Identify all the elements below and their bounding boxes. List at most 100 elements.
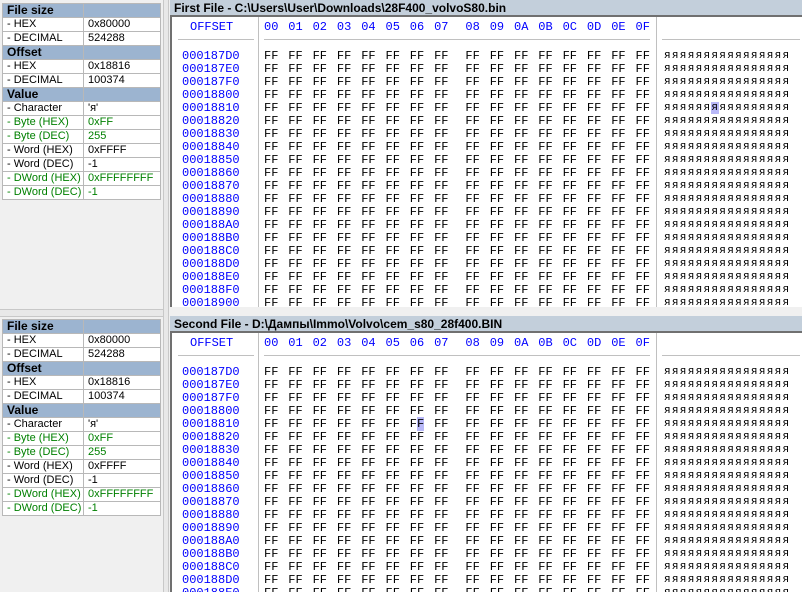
ascii-text[interactable]: яяяяяяяяяяяяяяяя: [664, 76, 790, 89]
ascii-text[interactable]: яяяяяяяяяяяяяяяя: [664, 128, 790, 141]
vertical-splitter[interactable]: [163, 0, 169, 592]
hex-byte[interactable]: FF: [563, 297, 577, 308]
ascii-text[interactable]: яяяяяяяяяяяяяяяя: [664, 115, 790, 128]
ascii-text[interactable]: яяяяяяяяяяяяяяяя: [664, 509, 790, 522]
hex-byte[interactable]: FF: [361, 297, 375, 308]
ascii-text[interactable]: яяяяяяяяяяяяяяяя: [664, 219, 790, 232]
property-value: 0xFFFF: [83, 459, 161, 474]
property-row: - DWord (DEC) -1: [2, 185, 161, 200]
ascii-text[interactable]: яяяяяяяяяяяяяяяя: [664, 297, 790, 307]
ascii-text[interactable]: яяяяяяяяяяяяяяяя: [664, 232, 790, 245]
ascii-text[interactable]: яяяяяяяяяяяяяяяя: [664, 444, 790, 457]
hex-byte[interactable]: FF: [410, 297, 424, 308]
ascii-text[interactable]: яяяяяяяяяяяяяяяя: [664, 496, 790, 509]
property-name: - DWord (DEC): [2, 501, 84, 516]
ascii-text[interactable]: яяяяяяяяяяяяяяяя: [664, 206, 790, 219]
property-row: - Character'я': [2, 101, 161, 116]
ascii-text[interactable]: яяяяяяяяяяяяяяяя: [664, 522, 790, 535]
property-name: File size: [2, 3, 84, 18]
ascii-text[interactable]: яяяяяяяяяяяяяяяя: [664, 258, 790, 271]
column-header: 0A: [514, 336, 529, 350]
ascii-text[interactable]: яяяяяяяяяяяяяяяя: [664, 284, 790, 297]
first-file-hex-view[interactable]: OFFSET 00 01 02 03 04 05 06 07 08 09 0A 0B 0C 0D 0E 0F 00…: [170, 17, 802, 307]
ascii-text[interactable]: яяяяяяяяяяяяяяяя: [664, 561, 790, 574]
ascii-text[interactable]: яяяяяяяяяяяяяяяя: [664, 418, 790, 431]
hex-byte[interactable]: FF: [465, 587, 479, 592]
ascii-text[interactable]: яяяяяяяяяяяяяяяя: [664, 63, 790, 76]
ascii-text[interactable]: яяяяяяяяяяяяяяяя: [664, 392, 790, 405]
hex-byte[interactable]: FF: [264, 297, 278, 308]
hex-byte[interactable]: FF: [490, 587, 504, 592]
hex-byte[interactable]: FF: [538, 297, 552, 308]
property-name: - Byte (HEX): [2, 115, 84, 130]
row-offset: 000188E0: [182, 587, 240, 592]
column-header: 03: [336, 336, 352, 350]
column-header: 0D: [586, 336, 602, 350]
hex-byte[interactable]: FF: [337, 587, 351, 592]
ascii-text[interactable]: яяяяяяяяяяяяяяяя: [664, 431, 790, 444]
hex-byte[interactable]: FF: [288, 587, 302, 592]
property-value: 100374: [83, 389, 161, 404]
ascii-text[interactable]: яяяяяяяяяяяяяяяя: [664, 102, 790, 115]
ascii-text[interactable]: яяяяяяяяяяяяяяяя: [664, 89, 790, 102]
property-value: 524288: [83, 347, 161, 362]
ascii-text[interactable]: яяяяяяяяяяяяяяяя: [664, 50, 790, 63]
hex-byte[interactable]: FF: [636, 297, 650, 308]
hex-byte[interactable]: FF: [636, 587, 650, 592]
hex-byte[interactable]: FF: [514, 587, 528, 592]
hex-byte[interactable]: FF: [386, 297, 400, 308]
ascii-text[interactable]: яяяяяяяяяяяяяяяя: [664, 457, 790, 470]
ascii-text[interactable]: яяяяяяяяяяяяяяяя: [664, 193, 790, 206]
ascii-text[interactable]: яяяяяяяяяяяяяяяя: [664, 587, 790, 592]
ascii-text[interactable]: яяяяяяяяяяяяяяяя: [664, 574, 790, 587]
property-value: 0xFFFFFFFF: [83, 487, 161, 502]
hex-byte[interactable]: FF: [514, 297, 528, 308]
hex-byte[interactable]: FF: [410, 587, 424, 592]
ascii-text[interactable]: яяяяяяяяяяяяяяяя: [664, 483, 790, 496]
property-name: - Word (DEC): [2, 473, 84, 488]
hex-byte[interactable]: FF: [313, 297, 327, 308]
ascii-text[interactable]: яяяяяяяяяяяяяяяя: [664, 366, 790, 379]
hex-byte[interactable]: FF: [264, 587, 278, 592]
property-value: 0xFFFF: [83, 143, 161, 158]
hex-byte[interactable]: FF: [313, 587, 327, 592]
ascii-text[interactable]: яяяяяяяяяяяяяяяя: [664, 180, 790, 193]
hex-byte[interactable]: FF: [465, 297, 479, 308]
ascii-text[interactable]: яяяяяяяяяяяяяяяя: [664, 245, 790, 258]
ascii-text[interactable]: яяяяяяяяяяяяяяяя: [664, 548, 790, 561]
property-value: 0xFFFFFFFF: [83, 171, 161, 186]
ascii-text[interactable]: яяяяяяяяяяяяяяяя: [664, 154, 790, 167]
property-row: - Byte (DEC) 255: [2, 445, 161, 460]
property-value: 255: [83, 445, 161, 460]
hex-byte[interactable]: FF: [288, 297, 302, 308]
property-name: - Byte (DEC): [2, 445, 84, 460]
first-file-panel: First File - C:\Users\User\Downloads\28F…: [170, 0, 802, 307]
cursor-highlight: F: [417, 417, 425, 431]
second-file-title: Second File - D:\Дампы\Immo\Volvo\cem_s8…: [170, 316, 802, 333]
column-header: 02: [312, 336, 327, 350]
hex-byte[interactable]: FF: [611, 587, 625, 592]
hex-byte[interactable]: FF: [434, 587, 448, 592]
hex-byte[interactable]: FF: [434, 297, 448, 308]
property-value: [83, 45, 161, 60]
hex-byte[interactable]: FF: [587, 297, 601, 308]
hex-byte[interactable]: FF: [490, 297, 504, 308]
hex-byte[interactable]: FF: [538, 587, 552, 592]
hex-byte[interactable]: FF: [361, 587, 375, 592]
ascii-text[interactable]: яяяяяяяяяяяяяяяя: [664, 271, 790, 284]
hex-byte[interactable]: FF: [337, 297, 351, 308]
hex-byte[interactable]: FF: [386, 587, 400, 592]
left-splitter[interactable]: [0, 309, 163, 317]
hex-byte[interactable]: FF: [563, 587, 577, 592]
ascii-text[interactable]: яяяяяяяяяяяяяяяя: [664, 405, 790, 418]
header-divider: [662, 39, 800, 40]
ascii-text[interactable]: яяяяяяяяяяяяяяяя: [664, 535, 790, 548]
ascii-text[interactable]: яяяяяяяяяяяяяяяя: [664, 470, 790, 483]
hex-byte[interactable]: FF: [587, 587, 601, 592]
column-header: 07: [434, 20, 449, 34]
ascii-text[interactable]: яяяяяяяяяяяяяяяя: [664, 167, 790, 180]
hex-byte[interactable]: FF: [611, 297, 625, 308]
ascii-text[interactable]: яяяяяяяяяяяяяяяя: [664, 141, 790, 154]
second-file-hex-view[interactable]: OFFSET 00 01 02 03 04 05 06 07 08 09 0A 0B 0C 0D 0E 0F 00…: [170, 333, 802, 592]
ascii-text[interactable]: яяяяяяяяяяяяяяяя: [664, 379, 790, 392]
